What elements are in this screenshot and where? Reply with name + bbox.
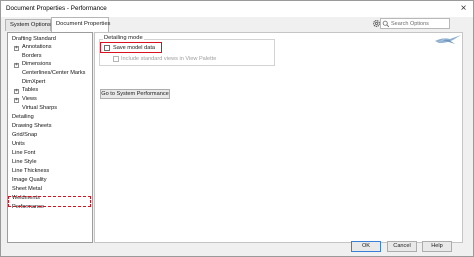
tree-item-units[interactable]: Units xyxy=(12,140,25,148)
title-bar: Document Properties - Performance × xyxy=(1,1,473,17)
tab-system-options[interactable]: System Options xyxy=(5,19,51,31)
tree-item-line-thickness[interactable]: Line Thickness xyxy=(12,167,49,175)
tree-item-borders[interactable]: Borders xyxy=(22,52,42,60)
expander-icon[interactable]: + xyxy=(14,63,19,68)
search-icon xyxy=(382,20,390,28)
expander-icon[interactable]: + xyxy=(14,46,19,51)
expander-icon[interactable]: + xyxy=(14,98,19,103)
ok-button[interactable]: OK xyxy=(351,241,381,252)
tree-item-detailing[interactable]: Detailing xyxy=(12,113,34,121)
detailing-mode-title: Detailing mode xyxy=(103,35,144,41)
tree-item-annotations[interactable]: Annotations xyxy=(22,43,52,51)
tree-item-dimxpert[interactable]: DimXpert xyxy=(22,78,45,86)
tree-item-views[interactable]: Views xyxy=(22,95,37,103)
save-model-data-highlight-box xyxy=(100,42,162,53)
options-tree[interactable]: Drafting Standard + Annotations Borders … xyxy=(7,32,93,243)
window-title: Document Properties - Performance xyxy=(6,5,107,12)
tree-item-drafting-standard[interactable]: Drafting Standard xyxy=(12,35,56,43)
help-button[interactable]: Help xyxy=(422,241,452,252)
document-properties-window: Document Properties - Performance × Syst… xyxy=(0,0,474,257)
expander-icon[interactable]: + xyxy=(14,89,19,94)
search-box[interactable]: Search Options xyxy=(380,18,450,29)
tree-item-line-style[interactable]: Line Style xyxy=(12,158,37,166)
performance-highlight-box xyxy=(8,196,91,207)
close-icon[interactable]: × xyxy=(457,2,470,15)
tree-item-virtual-sharps[interactable]: Virtual Sharps xyxy=(22,104,57,112)
solidworks-logo-icon xyxy=(435,35,461,44)
tree-item-centerlines[interactable]: Centerlines/Center Marks xyxy=(22,69,85,77)
tree-item-sheet-metal[interactable]: Sheet Metal xyxy=(12,185,42,193)
tree-item-drawing-sheets[interactable]: Drawing Sheets xyxy=(12,122,52,130)
include-standard-views-label: Include standard views in View Palette xyxy=(121,56,217,62)
tree-item-image-quality[interactable]: Image Quality xyxy=(12,176,47,184)
tree-item-grid-snap[interactable]: Grid/Snap xyxy=(12,131,37,139)
tree-item-tables[interactable]: Tables xyxy=(22,86,38,94)
go-to-system-performance-button[interactable]: Go to System Performance xyxy=(100,89,170,99)
tree-item-line-font[interactable]: Line Font xyxy=(12,149,35,157)
search-input[interactable]: Search Options xyxy=(391,21,429,27)
tree-item-dimensions[interactable]: Dimensions xyxy=(22,60,51,68)
tab-document-properties[interactable]: Document Properties xyxy=(51,17,110,32)
cancel-button[interactable]: Cancel xyxy=(387,241,417,252)
include-standard-views-checkbox[interactable] xyxy=(113,56,119,62)
